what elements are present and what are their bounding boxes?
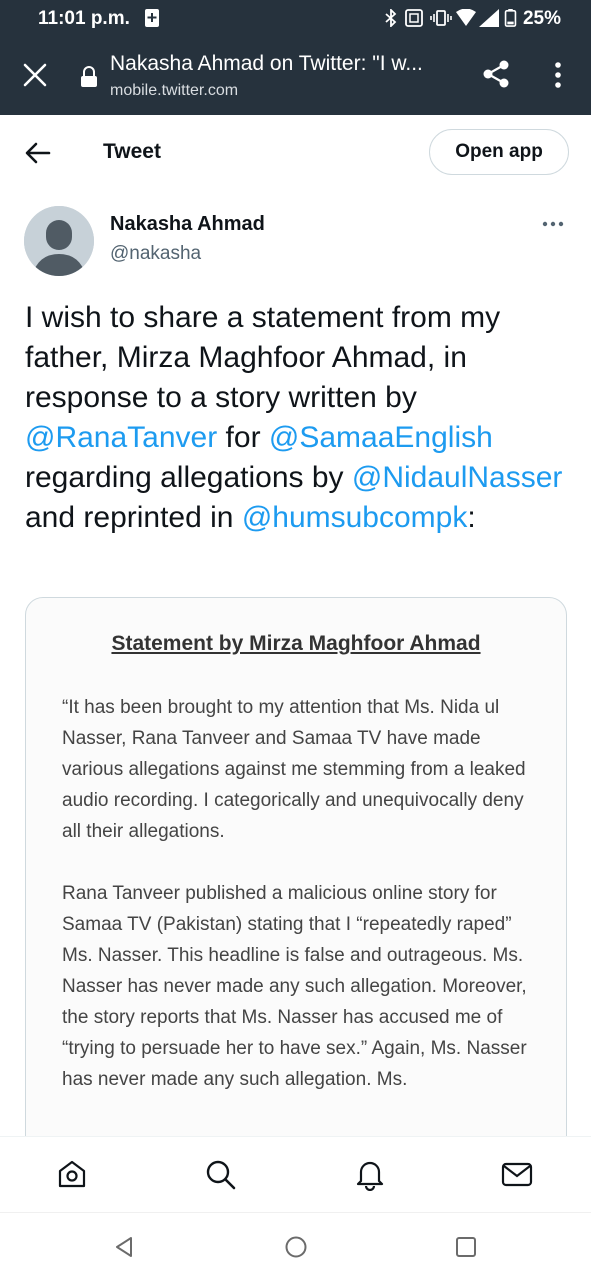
bluetooth-icon bbox=[385, 9, 397, 27]
default-profile-icon bbox=[24, 206, 94, 276]
tweet-text: I wish to share a statement from my fath… bbox=[25, 298, 575, 538]
statement-body: “It has been brought to my attention tha… bbox=[62, 692, 542, 1126]
author-name[interactable]: Nakasha Ahmad bbox=[110, 213, 265, 236]
more-options-icon[interactable] bbox=[546, 60, 570, 90]
statement-paragraph: “It has been brought to my attention tha… bbox=[62, 697, 526, 842]
system-recents-icon[interactable] bbox=[454, 1235, 478, 1259]
mention-link[interactable]: @RanaTanver bbox=[25, 421, 217, 454]
status-time: 11:01 p.m. bbox=[38, 8, 130, 29]
status-bar: 11:01 p.m. 25% bbox=[0, 0, 591, 38]
back-arrow-icon[interactable] bbox=[24, 140, 52, 166]
search-icon[interactable] bbox=[203, 1157, 237, 1191]
author-handle[interactable]: @nakasha bbox=[110, 243, 201, 265]
messages-icon[interactable] bbox=[500, 1157, 534, 1191]
signal-icon bbox=[479, 9, 499, 27]
mention-link[interactable]: @SamaaEnglish bbox=[269, 421, 493, 454]
tweet-text-part: I wish to share a statement from my fath… bbox=[25, 301, 501, 414]
battery-icon bbox=[504, 9, 517, 27]
close-icon[interactable] bbox=[22, 62, 48, 88]
open-app-button[interactable]: Open app bbox=[429, 129, 569, 175]
mention-link[interactable]: @humsubcompk bbox=[242, 501, 468, 534]
page-url[interactable]: mobile.twitter.com bbox=[110, 82, 238, 100]
tweet-text-part: and reprinted in bbox=[25, 501, 242, 534]
system-home-icon[interactable] bbox=[284, 1235, 308, 1259]
battery-percent: 25% bbox=[522, 8, 561, 29]
statement-title: Statement by Mirza Maghfoor Ahmad bbox=[111, 632, 481, 655]
mention-link[interactable]: @NidaulNasser bbox=[352, 461, 563, 494]
notifications-icon[interactable] bbox=[353, 1157, 387, 1191]
system-nav-bar bbox=[0, 1212, 591, 1280]
tweet-media-image[interactable]: Statement by Mirza Maghfoor Ahmad “It ha… bbox=[25, 597, 567, 1157]
nfc-icon bbox=[405, 9, 423, 27]
tweet-text-part: : bbox=[467, 501, 476, 534]
notification-icon bbox=[145, 9, 159, 27]
wifi-icon bbox=[456, 9, 476, 26]
share-icon[interactable] bbox=[480, 58, 512, 90]
tweet-header: Tweet Open app bbox=[0, 115, 591, 193]
home-icon[interactable] bbox=[55, 1157, 89, 1191]
statement-paragraph: Rana Tanveer published a malicious onlin… bbox=[62, 883, 527, 1090]
tweet-text-part: for bbox=[217, 421, 269, 454]
system-back-icon[interactable] bbox=[112, 1235, 136, 1259]
browser-chrome: 11:01 p.m. 25% Nakasha Ahmad on Twitter:… bbox=[0, 0, 591, 115]
tweet-text-part: regarding allegations by bbox=[25, 461, 352, 494]
tweet-more-icon[interactable] bbox=[541, 216, 565, 232]
url-bar: Nakasha Ahmad on Twitter: "I w... mobile… bbox=[0, 40, 591, 115]
bottom-nav bbox=[0, 1136, 591, 1212]
avatar[interactable] bbox=[24, 206, 94, 276]
vibrate-icon bbox=[430, 10, 452, 26]
page-title[interactable]: Nakasha Ahmad on Twitter: "I w... bbox=[110, 52, 423, 76]
lock-icon bbox=[81, 66, 97, 87]
header-title: Tweet bbox=[103, 140, 161, 163]
